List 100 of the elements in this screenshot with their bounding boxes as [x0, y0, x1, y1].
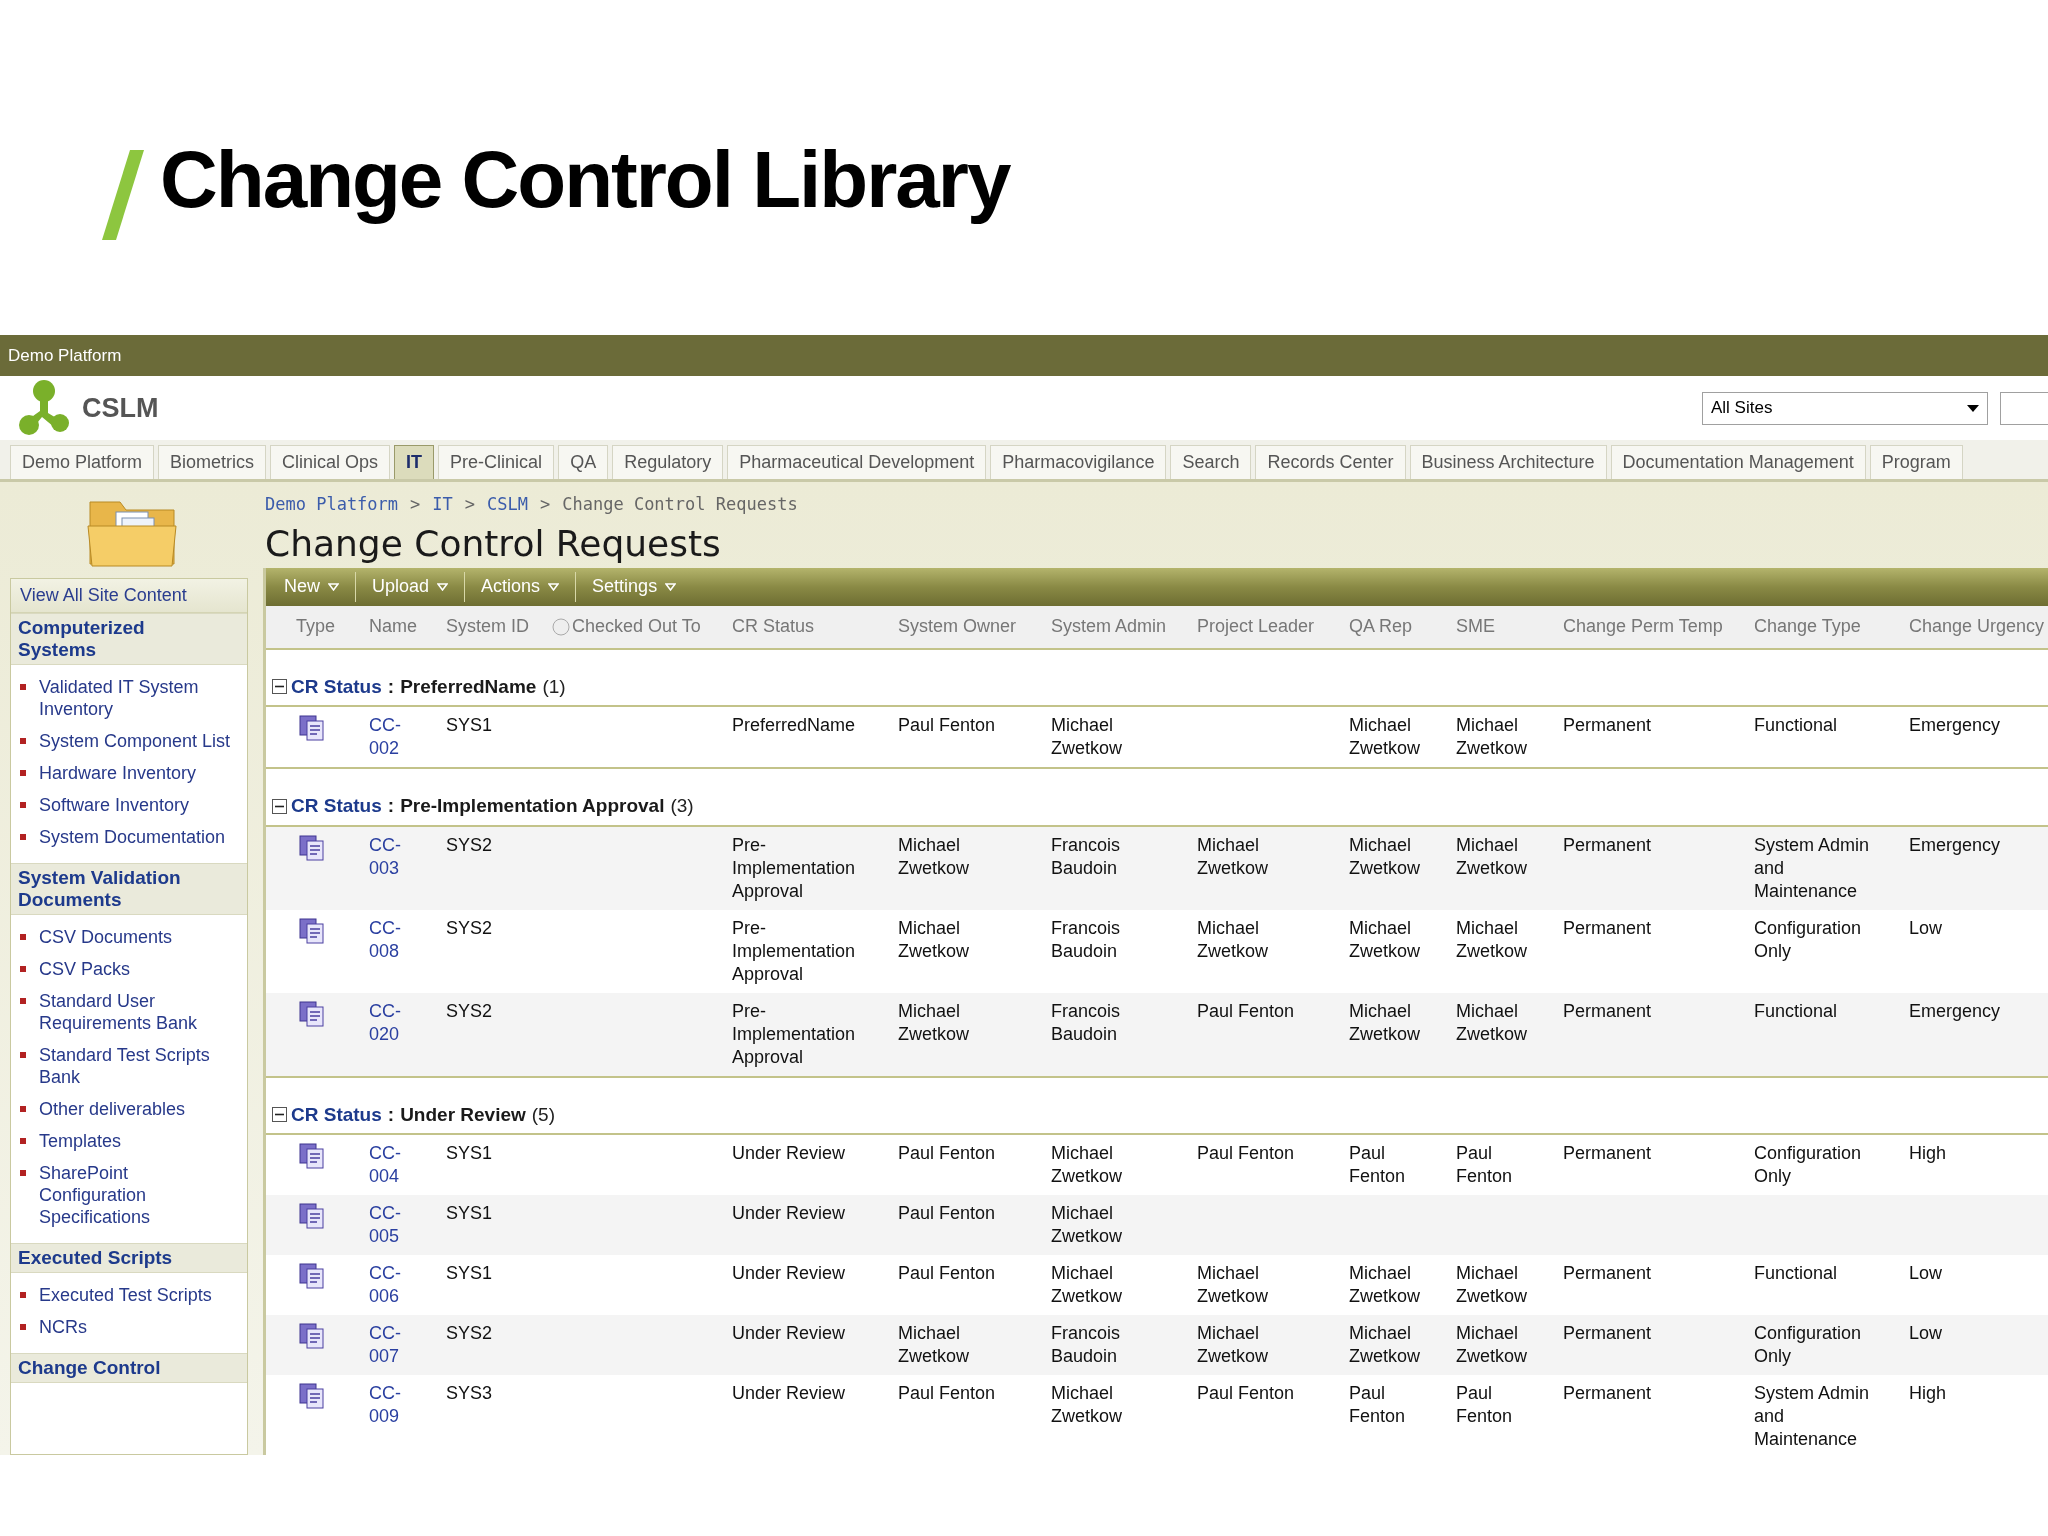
- breadcrumb-link[interactable]: CSLM: [487, 492, 528, 518]
- nav-tab[interactable]: Demo Platform: [10, 445, 155, 479]
- item-link[interactable]: CC-007: [369, 1322, 409, 1368]
- breadcrumb-link[interactable]: IT: [432, 492, 453, 518]
- table-cell: Configuration Only: [1754, 1143, 1862, 1186]
- sidebar-link[interactable]: Executed Test Scripts: [39, 1284, 212, 1306]
- sidebar-link[interactable]: Templates: [39, 1130, 122, 1152]
- column-header[interactable]: Type: [296, 613, 336, 640]
- sidebar-link[interactable]: SharePoint Configuration Specifications: [39, 1162, 239, 1228]
- collapse-icon[interactable]: [272, 679, 287, 695]
- column-header[interactable]: Project Leader: [1197, 613, 1315, 640]
- table-cell: Low: [1909, 1263, 1943, 1283]
- nav-tab[interactable]: IT: [394, 445, 435, 479]
- sidebar-link[interactable]: Standard User Requirements Bank: [39, 990, 239, 1034]
- table-cell: Michael Zwetkow: [898, 834, 969, 878]
- collapse-icon[interactable]: [272, 798, 287, 814]
- caret-icon: [665, 582, 677, 591]
- nav-tab[interactable]: Documentation Management: [1610, 445, 1866, 479]
- column-header[interactable]: Change Perm Temp: [1563, 613, 1723, 640]
- table-cell: Configuration Only: [1754, 1323, 1862, 1366]
- toolbar-button[interactable]: Upload: [364, 570, 457, 603]
- table-cell: Michael Zwetkow: [1456, 1000, 1527, 1044]
- sidebar-link[interactable]: System Documentation: [39, 826, 226, 848]
- radio-icon: [552, 617, 570, 636]
- sidebar-link[interactable]: Hardware Inventory: [39, 762, 197, 784]
- group-label[interactable]: CR Status: [291, 1100, 382, 1129]
- nav-tab[interactable]: Biometrics: [158, 445, 267, 479]
- toolbar-button[interactable]: Settings: [584, 570, 685, 603]
- toolbar-button[interactable]: New: [276, 570, 347, 603]
- item-link[interactable]: CC-009: [369, 1382, 409, 1428]
- column-header[interactable]: Change Urgency: [1909, 613, 2045, 640]
- group-label[interactable]: CR Status: [291, 672, 382, 701]
- sidebar-link[interactable]: CSV Documents: [39, 926, 173, 948]
- table-cell: Emergency: [1909, 834, 2001, 855]
- table-cell: Paul Fenton: [1349, 1143, 1406, 1186]
- column-header[interactable]: CR Status: [732, 613, 815, 640]
- nav-tab[interactable]: Program: [1869, 445, 1963, 479]
- item-link[interactable]: CC-020: [369, 999, 409, 1046]
- bullet-icon: [20, 1138, 26, 1144]
- item-link[interactable]: CC-005: [369, 1202, 409, 1248]
- nav-tab[interactable]: Regulatory: [612, 445, 724, 479]
- sidebar-link[interactable]: Validated IT System Inventory: [39, 676, 239, 720]
- column-header[interactable]: SME: [1456, 613, 1495, 640]
- nav-tab[interactable]: Search: [1170, 445, 1252, 479]
- table-cell: Paul Fenton: [898, 1383, 996, 1403]
- sidebar-link[interactable]: CSV Packs: [39, 958, 131, 980]
- table-cell: SYS1: [446, 1203, 493, 1223]
- document-icon: [299, 1263, 325, 1289]
- site-selector[interactable]: All Sites: [1702, 391, 1988, 425]
- document-icon: [299, 917, 325, 944]
- search-field[interactable]: [2000, 391, 2048, 425]
- table-cell: Pre-Implementation Approval: [732, 834, 856, 901]
- column-header[interactable]: System ID: [446, 613, 529, 640]
- table-cell: Configuration Only: [1754, 917, 1862, 961]
- collapse-icon[interactable]: [272, 1107, 287, 1123]
- column-header[interactable]: System Owner: [898, 613, 1017, 640]
- table-cell: SYS1: [446, 715, 493, 735]
- table-cell: Under Review: [732, 1383, 846, 1403]
- nav-tab[interactable]: Records Center: [1255, 445, 1406, 479]
- breadcrumb-separator: >: [410, 493, 421, 516]
- table-cell: Michael Zwetkow: [898, 917, 969, 961]
- document-icon: [299, 1203, 325, 1229]
- nav-tab[interactable]: Pharmacovigilance: [990, 445, 1167, 479]
- column-header[interactable]: QA Rep: [1349, 613, 1413, 640]
- sidebar-link[interactable]: Other deliverables: [39, 1098, 186, 1120]
- toolbar-button[interactable]: Actions: [473, 570, 568, 603]
- table-cell: Low: [1909, 917, 1943, 938]
- nav-tab[interactable]: Pharmaceutical Development: [727, 445, 987, 479]
- table-cell: High: [1909, 1383, 1947, 1403]
- table-cell: Paul Fenton: [1349, 1383, 1406, 1426]
- item-link[interactable]: CC-006: [369, 1262, 409, 1308]
- item-link[interactable]: CC-004: [369, 1142, 409, 1188]
- nav-tab[interactable]: QA: [558, 445, 609, 479]
- column-header[interactable]: System Admin: [1051, 613, 1167, 640]
- document-icon: [299, 715, 325, 741]
- bullet-icon: [20, 966, 26, 972]
- sidebar-link[interactable]: Software Inventory: [39, 794, 190, 816]
- column-header[interactable]: Checked Out To: [572, 613, 701, 640]
- item-link[interactable]: CC-002: [369, 714, 409, 760]
- table-cell: Paul Fenton: [1197, 1383, 1295, 1403]
- nav-tab[interactable]: Clinical Ops: [270, 445, 391, 479]
- bullet-icon: [20, 834, 26, 840]
- item-link[interactable]: CC-008: [369, 916, 409, 963]
- table-cell: Michael Zwetkow: [1349, 1323, 1420, 1366]
- logo-text: CSLM: [82, 391, 159, 425]
- table-cell: Francois Baudoin: [1051, 834, 1121, 878]
- sidebar-link[interactable]: Standard Test Scripts Bank: [39, 1044, 239, 1088]
- group-label[interactable]: CR Status: [291, 792, 382, 821]
- table-cell: Under Review: [732, 1323, 846, 1343]
- column-header[interactable]: Change Type: [1754, 613, 1861, 640]
- sidebar-link[interactable]: NCRs: [39, 1316, 87, 1338]
- nav-tab[interactable]: Pre-Clinical: [438, 445, 555, 479]
- breadcrumb-link[interactable]: Demo Platform: [265, 492, 399, 518]
- column-header[interactable]: Name: [369, 613, 417, 640]
- nav-tab[interactable]: Business Architecture: [1409, 445, 1607, 479]
- sidebar-link[interactable]: System Component List: [39, 730, 231, 752]
- table-cell: Permanent: [1563, 1323, 1652, 1343]
- table-cell: Michael Zwetkow: [1197, 917, 1268, 961]
- group-value: Under Review: [400, 1102, 526, 1127]
- item-link[interactable]: CC-003: [369, 833, 409, 880]
